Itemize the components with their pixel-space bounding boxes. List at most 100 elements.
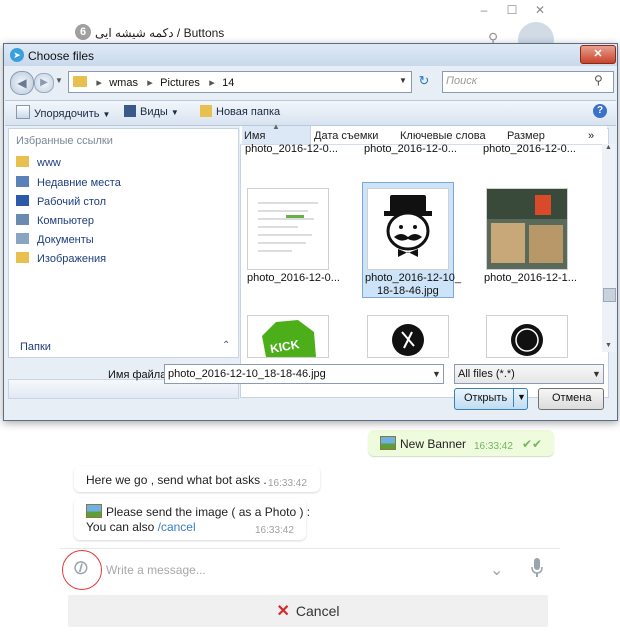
kick-logo-icon: KICK <box>248 316 328 357</box>
breadcrumb-separator-icon: ▸ <box>147 77 153 89</box>
message-text: You can also /cancel <box>86 520 196 534</box>
breadcrumb-item[interactable]: wmas <box>109 77 138 89</box>
message-time: 16:33:42 <box>474 441 513 452</box>
new-folder-button[interactable]: Новая папка <box>200 105 280 118</box>
cancel-button-label: Cancel <box>295 603 340 619</box>
document-thumbnail-icon <box>254 195 322 263</box>
filetype-value: All files (*.*) <box>458 368 515 380</box>
dialog-title: Choose files <box>28 49 95 63</box>
message-input[interactable]: Write a message... <box>106 563 206 577</box>
file-thumbnail-selected[interactable] <box>367 188 449 270</box>
telegram-logo-icon: ➤ <box>10 48 24 62</box>
open-button-label: Открыть <box>464 392 508 404</box>
folder-icon <box>16 156 29 167</box>
sidebar-item-desktop[interactable]: Рабочий стол <box>16 195 106 208</box>
pictures-folder-icon <box>16 252 29 263</box>
scroll-down-icon[interactable]: ▼ <box>605 342 612 349</box>
folder-icon <box>73 76 87 87</box>
close-icon: ✕ <box>276 603 290 620</box>
picture-emoji-icon <box>380 436 396 450</box>
scrollbar-thumb[interactable] <box>603 288 616 302</box>
breadcrumb: ▸ wmas ▸ Pictures ▸ 14 <box>73 75 234 89</box>
dialog-titlebar <box>4 44 617 66</box>
sidebar-item-recent[interactable]: Недавние места <box>16 176 121 189</box>
computer-icon <box>16 214 29 225</box>
desktop-icon <box>16 195 29 206</box>
file-name-selected-line2[interactable]: 18-18-46.jpg <box>377 285 439 297</box>
double-check-icon: ✔✔ <box>522 437 543 451</box>
message-text: Here we go , send what bot asks . <box>86 473 267 487</box>
recent-places-icon <box>16 176 29 187</box>
breadcrumb-separator-icon: ▸ <box>96 77 102 89</box>
column-keywords[interactable]: Ключевые слова <box>400 130 486 142</box>
file-name[interactable]: photo_2016-12-0... <box>247 272 340 284</box>
refresh-icon[interactable]: ↻ <box>414 71 434 91</box>
column-name[interactable]: Имя <box>244 130 265 142</box>
file-thumbnail[interactable] <box>247 188 329 270</box>
message-time: 16:33:42 <box>268 478 307 489</box>
views-button[interactable]: Виды ▼ <box>124 105 179 118</box>
cancel-button[interactable]: ✕ Cancel <box>68 595 548 627</box>
more-columns-icon[interactable]: » <box>588 130 594 142</box>
history-dropdown-icon[interactable]: ▼ <box>55 76 63 85</box>
folder-icon <box>200 105 212 117</box>
message-text: Please send the image ( as a Photo ) : <box>86 504 310 519</box>
filetype-dropdown-icon[interactable]: ▼ <box>592 369 601 379</box>
file-thumbnail[interactable]: KICK <box>247 315 329 358</box>
choose-files-dialog: ➤ Choose files ✕ ◀ ▶ ▼ ▸ wmas ▸ Pictures… <box>3 43 618 421</box>
sort-indicator-icon: ▲ <box>272 122 280 131</box>
search-icon[interactable]: ⚲ <box>594 73 603 87</box>
address-bar[interactable]: ▸ wmas ▸ Pictures ▸ 14 ▼ <box>68 71 412 93</box>
column-size[interactable]: Размер <box>507 130 545 142</box>
close-icon[interactable]: ✕ <box>533 3 547 17</box>
documents-icon <box>16 233 29 244</box>
filename-value: photo_2016-12-10_18-18-46.jpg <box>168 368 326 380</box>
maximize-icon[interactable]: ☐ <box>505 3 519 17</box>
sidebar-item-computer[interactable]: Компьютер <box>16 214 94 227</box>
chevron-down-icon[interactable]: ⌄ <box>490 560 503 580</box>
open-options-dropdown-icon[interactable]: ▼ <box>517 392 526 402</box>
column-date[interactable]: Дата съемки <box>314 130 378 142</box>
file-thumbnail[interactable] <box>486 315 568 358</box>
picture-emoji-icon <box>86 504 102 518</box>
photo-thumbnail-icon <box>487 189 567 269</box>
message-text: New Banner <box>380 436 466 451</box>
mustache-man-icon <box>368 189 448 269</box>
file-name[interactable]: photo_2016-12-0... <box>245 143 338 155</box>
file-thumbnail[interactable] <box>367 315 449 358</box>
favorites-header: Избранные ссылки <box>16 135 113 147</box>
forward-button[interactable]: ▶ <box>34 73 54 93</box>
breadcrumb-separator-icon: ▸ <box>209 77 215 89</box>
file-name-selected-line1[interactable]: photo_2016-12-10_ <box>365 272 461 284</box>
minimize-icon[interactable]: – <box>477 3 491 17</box>
address-dropdown-icon[interactable]: ▼ <box>399 76 407 85</box>
back-button[interactable]: ◀ <box>10 71 34 95</box>
sidebar-item-pictures[interactable]: Изображения <box>16 252 106 265</box>
organize-icon <box>16 105 30 119</box>
chevron-up-icon[interactable]: ⌃ <box>222 340 230 351</box>
file-name[interactable]: photo_2016-12-0... <box>483 143 576 155</box>
search-placeholder: Поиск <box>446 75 477 87</box>
sidebar-item-documents[interactable]: Документы <box>16 233 94 246</box>
sidebar-item-www[interactable]: www <box>16 156 61 169</box>
scroll-up-icon[interactable]: ▲ <box>605 144 612 151</box>
file-thumbnail[interactable] <box>486 188 568 270</box>
breadcrumb-item[interactable]: Pictures <box>160 77 200 89</box>
file-list-scrollbar[interactable] <box>602 144 615 352</box>
open-button-divider <box>513 389 514 407</box>
views-icon <box>124 105 136 117</box>
folders-label: Папки <box>20 341 51 353</box>
unread-badge: 6 <box>75 24 91 40</box>
breadcrumb-item[interactable]: 14 <box>222 77 234 89</box>
file-name[interactable]: photo_2016-12-0... <box>364 143 457 155</box>
microphone-icon[interactable] <box>530 558 544 578</box>
filename-dropdown-icon[interactable]: ▼ <box>432 369 441 379</box>
cancel-command-link[interactable]: /cancel <box>158 520 196 534</box>
file-name[interactable]: photo_2016-12-1... <box>484 272 577 284</box>
message-time: 16:33:42 <box>255 525 294 536</box>
number-badge-icon <box>487 316 567 357</box>
dialog-close-button[interactable]: ✕ <box>580 45 616 64</box>
help-icon[interactable]: ? <box>593 104 607 118</box>
organize-button[interactable]: Упорядочить ▼ <box>16 105 110 120</box>
chat-title[interactable]: دکمه شیشه ایی / Buttons <box>95 26 224 40</box>
